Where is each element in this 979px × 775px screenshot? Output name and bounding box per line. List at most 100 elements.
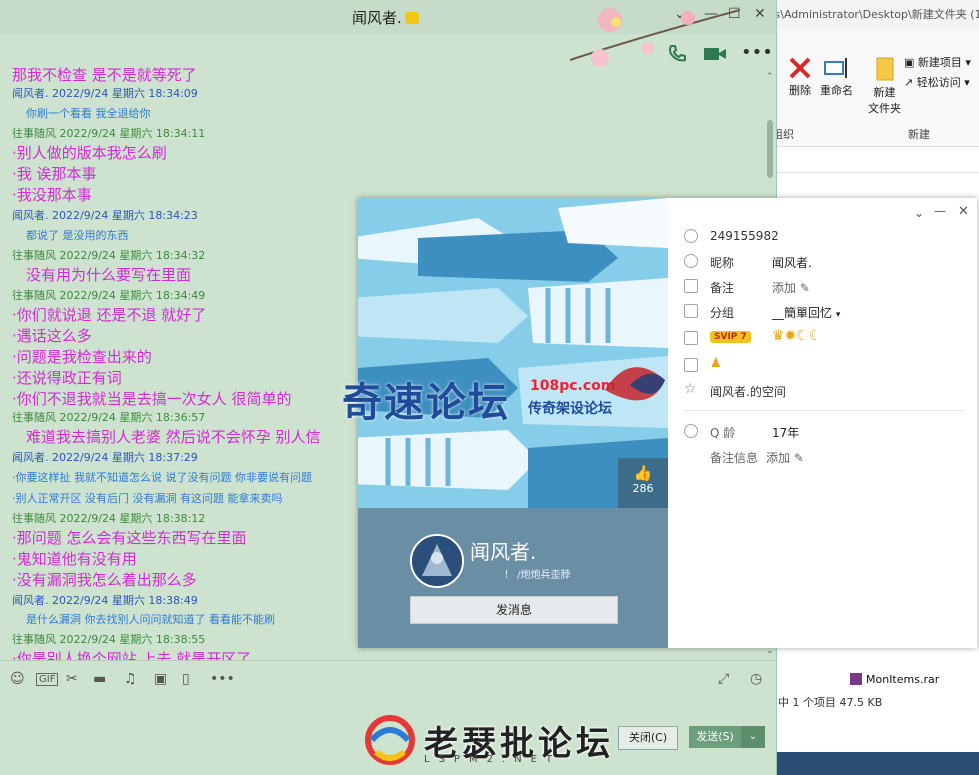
message-line: ·没有漏洞我怎么着出那么多 [12, 571, 197, 589]
qq-number: 249155982 [710, 229, 779, 243]
message-header: 闻风者. 2022/9/24 星期六 18:37:29 [12, 451, 198, 464]
rar-icon [850, 673, 862, 685]
avatar[interactable] [410, 534, 464, 588]
edit-icon: ✎ [799, 281, 810, 295]
level-icon [684, 331, 698, 345]
folder-icon[interactable]: ▬ [93, 671, 106, 687]
message-header: 往事随风 2022/9/24 星期六 18:36:57 [12, 411, 206, 424]
message-line: ·你们就说退 还是不退 就好了 [12, 306, 207, 324]
remark-info-add-text: 添加 [766, 451, 791, 465]
explorer-ribbon: 删除 重命名 新建 文件夹 ▣ 新建项目 ▾ ↗ 轻松访问 ▾ 组织 新建 [770, 30, 979, 147]
new-item-button[interactable]: ▣ 新建项目 ▾ [904, 54, 971, 70]
profile-name: 闻风者. [470, 540, 537, 564]
file-item[interactable]: MonItems.rar [850, 673, 939, 686]
expand-icon[interactable]: ⤢ [718, 671, 729, 687]
close-icon[interactable]: ✕ [754, 6, 766, 22]
group-value: __簡單回忆 [772, 306, 833, 320]
more-tools-icon[interactable]: ••• [210, 671, 235, 687]
space-link[interactable]: 闻风者.的空间 [710, 383, 786, 400]
message-line: ·你们不退我就当是去搞一次女人 很简单的 [12, 390, 292, 408]
remark-icon [684, 279, 698, 293]
like-count: 286 [632, 482, 654, 495]
rename-label: 重命名 [820, 84, 853, 97]
remark-add-button[interactable]: 添加 ✎ [772, 279, 810, 296]
scrollbar-thumb[interactable] [767, 120, 773, 178]
gif-icon[interactable]: GIF [36, 673, 59, 686]
explorer-address-bar[interactable] [770, 148, 979, 173]
minimize-icon[interactable]: — [934, 204, 946, 218]
crown-icon [404, 12, 419, 24]
watermark-bottom-sub: LSPM2.NET [424, 754, 562, 765]
scissors-icon[interactable]: ✂ [66, 671, 78, 687]
avatar-image-icon [412, 536, 462, 586]
message-line: 都说了 是没用的东西 [26, 229, 129, 242]
explorer-path: rs\Administrator\Desktop\新建文件夹 (1 [770, 0, 979, 30]
message-line: ·你要这样扯 我就不知道怎么说 说了没有问题 你非要说有问题 [12, 471, 312, 484]
message-header: 往事随风 2022/9/24 星期六 18:38:55 [12, 633, 206, 646]
history-icon[interactable]: ◷ [750, 671, 762, 687]
message-line: 难道我去搞别人老婆 然后说不会怀孕 别人信 [26, 428, 321, 446]
edit-icon: ✎ [793, 451, 804, 465]
music-icon[interactable]: ♫ [124, 671, 137, 687]
message-line: 你刷一个看看 我全退给你 [26, 107, 151, 120]
image-icon[interactable]: ▣ [154, 671, 167, 687]
like-button[interactable]: 👍 286 [618, 458, 668, 508]
easy-access-icon: ↗ [904, 76, 917, 89]
folder-icon [876, 57, 893, 81]
level-badges-icon: ♛✹☾☾ [772, 328, 822, 344]
send-message-button[interactable]: 发消息 [410, 596, 618, 624]
send-options-icon[interactable]: ⌄ [741, 726, 765, 748]
group-new: 新建 [908, 128, 930, 141]
message-line: ·别人正常开区 没有后门 没有漏洞 有这问题 能拿来卖吗 [12, 492, 283, 505]
dropdown-arrow-icon: ▾ [835, 310, 841, 320]
profile-info: ⌄ — ✕ 249155982 昵称 闻风者. 备注 添加 ✎ 分组 __簡單回… [668, 198, 977, 648]
message-line: ·别人做的版本我怎么刷 [12, 144, 167, 162]
message-header: 往事随风 2022/9/24 星期六 18:38:12 [12, 512, 206, 525]
message-header: 闻风者. 2022/9/24 星期六 18:34:09 [12, 87, 198, 100]
remark-label: 备注 [710, 281, 735, 295]
explorer-status: 中 1 个项目 47.5 KB [778, 696, 883, 709]
message-line: ·那问题 怎么会有这些东西写在里面 [12, 529, 247, 547]
rename-button[interactable]: 重命名 [820, 56, 853, 98]
watermark-logo-icon [365, 715, 415, 765]
chevron-down-icon[interactable]: ⌄ [914, 206, 924, 220]
qq-penguin-icon [684, 229, 698, 243]
user-icon [684, 254, 698, 268]
message-header: 往事随风 2022/9/24 星期六 18:34:32 [12, 249, 206, 262]
shake-icon[interactable]: ▯ [182, 671, 190, 687]
divider [684, 410, 964, 411]
group-select[interactable]: __簡單回忆 ▾ [772, 304, 840, 321]
watermark-bird-icon [605, 367, 665, 401]
message-line: ·鬼知道他有没有用 [12, 550, 137, 568]
message-line: ·我没那本事 [12, 186, 92, 204]
remark-add-text: 添加 [772, 281, 797, 295]
message-line: ·遇话这么多 [12, 327, 92, 345]
delete-button[interactable]: 删除 [788, 56, 812, 98]
nickname-label: 昵称 [710, 256, 735, 270]
message-header: 闻风者. 2022/9/24 星期六 18:38:49 [12, 594, 198, 607]
message-header: 往事随风 2022/9/24 星期六 18:34:11 [12, 127, 206, 140]
nickname-value: 闻风者. [772, 256, 812, 270]
new-folder-label-2: 文件夹 [868, 102, 901, 115]
more-info-icon [684, 424, 698, 438]
svip-badge: SVIP 7 [710, 331, 751, 343]
new-folder-button[interactable]: 新建 文件夹 [868, 56, 901, 116]
message-line: ·你是别人换个网站 上去 就是开区了 [12, 650, 252, 660]
message-header: 闻风者. 2022/9/24 星期六 18:34:23 [12, 209, 198, 222]
input-toolbar: ☺ GIF ✂ ▬ ♫ ▣ ▯ ••• ⤢ ◷ [0, 660, 776, 697]
send-button[interactable]: 发送(S) [689, 726, 741, 748]
message-header: 往事随风 2022/9/24 星期六 18:34:49 [12, 289, 206, 302]
easy-access-label: 轻松访问 [916, 76, 961, 89]
chat-title-text: 闻风者. [352, 9, 402, 27]
group-icon [684, 304, 698, 318]
scroll-up-icon[interactable]: ⌃ [766, 72, 774, 82]
rename-icon [823, 58, 847, 78]
star-icon: ☆ [684, 381, 697, 397]
remark-info-add-button[interactable]: 添加 ✎ [766, 449, 804, 466]
group-label: 分组 [710, 306, 735, 320]
close-button[interactable]: 关闭(C) [618, 726, 678, 750]
profile-signature: ！ /炮炮兵歪脖 [504, 570, 571, 581]
close-icon[interactable]: ✕ [958, 204, 969, 219]
emoji-icon[interactable]: ☺ [10, 671, 25, 687]
easy-access-button[interactable]: ↗ 轻松访问 ▾ [904, 74, 970, 90]
